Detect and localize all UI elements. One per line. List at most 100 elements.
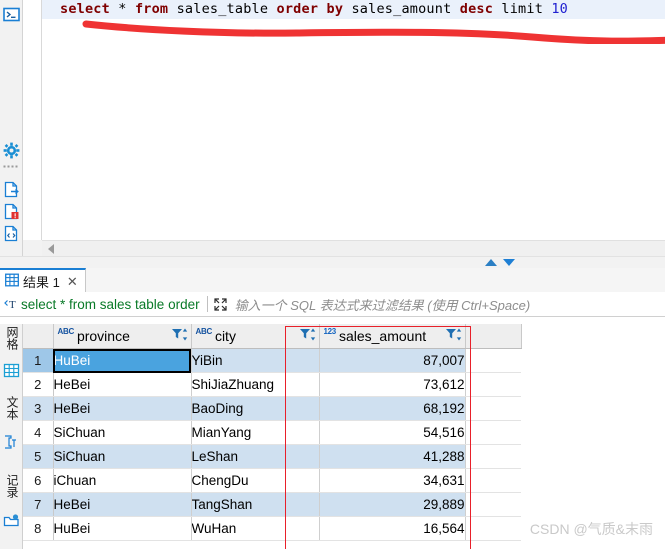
chevron-down-icon[interactable] [503,259,515,266]
cell-city[interactable]: ChengDu [191,468,320,493]
dbeaver-window: select * from sales_table order by sales… [0,0,665,549]
column-type-badge: ABC [195,327,213,336]
cell-city[interactable]: MianYang [191,420,320,445]
column-header-city[interactable]: ABC city [191,324,320,349]
cell-province[interactable]: iChuan [53,468,192,493]
table-row[interactable]: 2 HeBei ShiJiaZhuang 73,612 [23,372,521,397]
table-row[interactable]: 7 HeBei TangShan 29,889 [23,492,521,517]
cell-filler [465,468,521,493]
grid-view-icon[interactable] [3,362,20,379]
cell-sales-amount[interactable]: 29,889 [319,492,466,517]
filter-text-icon[interactable]: T [3,296,19,312]
table-header: ABC province ABC city 123 sales_amount [23,324,522,349]
cell-filler [465,420,521,445]
filter-sort-icon[interactable] [171,327,188,345]
row-number-cell[interactable]: 4 [23,420,54,445]
cell-sales-amount[interactable]: 41,288 [319,444,466,469]
cell-city[interactable]: BaoDing [191,396,320,421]
left-icon-rail [0,0,23,262]
grid-view-label[interactable]: 网格 [2,326,20,350]
row-number-cell[interactable]: 2 [23,372,54,397]
column-name-label: province [76,328,130,344]
sql-token: by [326,1,344,17]
cell-filler [465,348,521,373]
cell-province[interactable]: SiChuan [53,444,192,469]
export-file-icon[interactable] [3,181,20,198]
row-number-header [23,324,54,349]
cell-province[interactable]: HeBei [53,396,192,421]
chevron-up-icon[interactable] [485,259,497,266]
cell-province[interactable]: HuBei [53,348,192,373]
table-body[interactable]: 1 HuBei YiBin 87,007 2 HeBei ShiJiaZhuang 73,61… [23,348,521,541]
cell-city[interactable]: YiBin [191,348,320,373]
sql-statement-line[interactable]: select * from sales_table order by sales… [42,0,665,19]
cell-filler [465,444,521,469]
column-name-label: city [214,328,236,344]
cell-filler [465,372,521,397]
sql-token: select [60,1,110,17]
tab-result-1[interactable]: 结果 1 ✕ [0,268,86,292]
scroll-left-arrow-icon[interactable] [48,244,54,254]
table-row[interactable]: 4 SiChuan MianYang 54,516 [23,420,521,445]
table-row[interactable]: 8 HuBei WuHan 16,564 [23,516,521,541]
filter-sort-icon[interactable] [299,327,316,345]
record-view-icon[interactable] [3,512,20,529]
close-icon[interactable]: ✕ [67,275,78,288]
sql-editor-area: select * from sales_table order by sales… [23,0,665,262]
row-number-cell[interactable]: 8 [23,516,54,541]
table-row[interactable]: 6 iChuan ChengDu 34,631 [23,468,521,493]
cell-sales-amount[interactable]: 16,564 [319,516,466,541]
cell-sales-amount[interactable]: 34,631 [319,468,466,493]
results-data-grid[interactable]: ABC province ABC city 123 sales_amount 1 HuBei… [23,324,665,549]
cell-sales-amount[interactable]: 68,192 [319,396,466,421]
row-number-cell[interactable]: 6 [23,468,54,493]
editor-gutter [23,0,41,240]
script-file-icon[interactable] [3,225,20,242]
error-file-icon[interactable] [3,203,20,220]
cell-province[interactable]: HeBei [53,492,192,517]
svg-text:T: T [9,299,16,311]
cell-city[interactable]: TangShan [191,492,320,517]
cell-city[interactable]: LeShan [191,444,320,469]
cell-province[interactable]: HuBei [53,516,192,541]
record-view-label[interactable]: 记录 [2,474,20,498]
table-row[interactable]: 3 HeBei BaoDing 68,192 [23,396,521,421]
table-row[interactable]: 5 SiChuan LeShan 41,288 [23,444,521,469]
row-number-cell[interactable]: 7 [23,492,54,517]
cell-filler [465,492,521,517]
row-number-cell[interactable]: 5 [23,444,54,469]
filter-input-placeholder[interactable]: 输入一个 SQL 表达式来过滤结果 (使用 Ctrl+Space) [235,295,531,314]
expand-icon[interactable] [213,297,228,312]
sql-token: * [118,1,127,17]
cell-sales-amount[interactable]: 73,612 [319,372,466,397]
cell-province[interactable]: HeBei [53,372,192,397]
results-table[interactable]: ABC province ABC city 123 sales_amount 1 HuBei… [23,324,522,541]
console-icon[interactable] [3,6,20,23]
rail-dots-icon [3,164,20,169]
header-row: ABC province ABC city 123 sales_amount [23,324,522,349]
editor-horizontal-scrollbar[interactable] [42,240,665,257]
sql-token: limit [493,1,552,17]
row-number-cell[interactable]: 1 [23,348,54,373]
row-number-cell[interactable]: 3 [23,396,54,421]
cell-filler [465,396,521,421]
table-row[interactable]: 1 HuBei YiBin 87,007 [23,348,521,373]
column-header-sales_amount[interactable]: 123 sales_amount [319,324,466,349]
gear-icon[interactable] [3,142,20,159]
column-header-province[interactable]: ABC province [53,324,192,349]
text-view-icon[interactable] [3,434,20,451]
column-name-label: sales_amount [338,328,427,344]
grid-icon [5,273,19,290]
editor-canvas[interactable]: select * from sales_table order by sales… [42,0,665,240]
cell-sales-amount[interactable]: 54,516 [319,420,466,445]
cell-sales-amount[interactable]: 87,007 [319,348,466,373]
cell-city[interactable]: ShiJiaZhuang [191,372,320,397]
filter-expression-text[interactable]: select * from sales table order [21,297,200,312]
text-view-label[interactable]: 文本 [2,396,20,420]
cell-city[interactable]: WuHan [191,516,320,541]
cell-province[interactable]: SiChuan [53,420,192,445]
results-filter-bar[interactable]: T select * from sales table order 输入一个 S… [0,292,665,317]
filter-sort-icon[interactable] [445,327,462,345]
